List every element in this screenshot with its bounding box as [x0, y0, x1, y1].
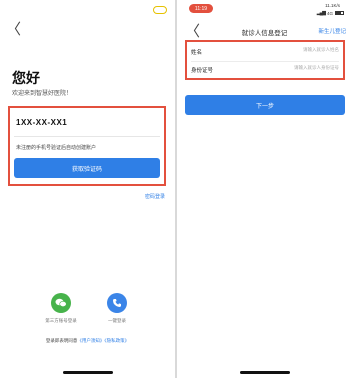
wechat-icon[interactable]: [51, 293, 71, 313]
next-button[interactable]: 下一步: [185, 95, 345, 115]
input-underline: [14, 136, 160, 137]
name-row: 姓名: [187, 43, 343, 61]
highlight-box-form: 姓名 身份证号: [185, 40, 345, 80]
newborn-registration-link[interactable]: 新生儿登记: [318, 27, 346, 35]
network-speed: 11.1K/s: [325, 3, 340, 8]
home-indicator: [62, 371, 113, 374]
name-input[interactable]: [244, 47, 339, 52]
welcome-text: 欢迎来到智慧好医院！: [12, 91, 73, 97]
phone-icon[interactable]: [107, 293, 127, 313]
status-pill-icon: [153, 6, 167, 14]
get-code-button[interactable]: 获取验证码: [14, 158, 160, 178]
patient-registration-screen: 11:19 11.1K/s ▂▄▆ 4G 〈 就诊人信息登记 新生儿登记 姓名 …: [177, 0, 352, 378]
wechat-login-option[interactable]: 第三方账号登录: [36, 293, 86, 324]
one-click-login-label: 一键登录: [108, 318, 126, 323]
agreement-prefix: 登录即表明同意: [45, 338, 78, 343]
battery-icon: [335, 11, 344, 15]
highlight-box-login: 1XX-XX-XX1 未注册的手机号验证后自动创建账户 获取验证码: [8, 106, 166, 186]
status-time: 11:19: [189, 4, 213, 13]
phone-input[interactable]: 1XX-XX-XX1: [16, 118, 67, 127]
id-number-label: 身份证号: [191, 68, 214, 74]
login-screen: 〈 您好 欢迎来到智慧好医院！ 1XX-XX-XX1 未注册的手机号验证后自动创…: [0, 0, 175, 378]
one-click-login-option[interactable]: 一键登录: [92, 293, 142, 324]
agreement-text: 登录即表明同意《用户须知》《隐私政策》: [0, 338, 175, 344]
id-number-input[interactable]: [244, 65, 339, 70]
network-type: 4G: [326, 10, 333, 16]
greeting-title: 您好: [12, 70, 40, 86]
user-notice-link[interactable]: 《用户须知》: [77, 338, 104, 343]
signal-icon: ▂▄▆: [316, 10, 326, 16]
auto-register-hint: 未注册的手机号验证后自动创建账户: [16, 145, 97, 151]
status-icons: ▂▄▆ 4G: [317, 10, 344, 16]
id-number-row: 身份证号: [187, 61, 343, 79]
back-icon[interactable]: 〈: [6, 22, 21, 37]
privacy-policy-link[interactable]: 《隐私政策》: [104, 338, 129, 343]
password-login-link[interactable]: 密码登录: [145, 193, 165, 200]
wechat-login-label: 第三方账号登录: [45, 318, 77, 323]
home-indicator: [239, 371, 290, 374]
name-label: 姓名: [191, 50, 203, 56]
